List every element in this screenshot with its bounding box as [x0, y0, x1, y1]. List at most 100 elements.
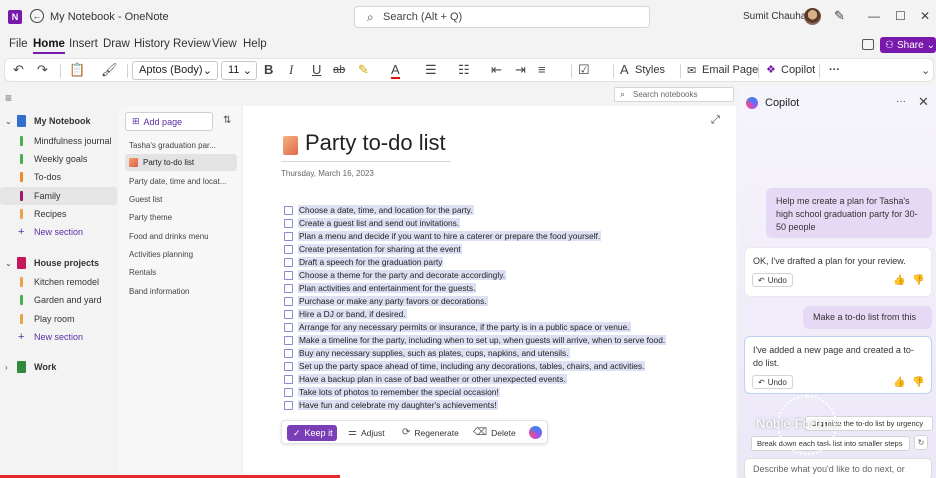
todo-item[interactable]: Choose a theme for the party and decorat… — [284, 269, 507, 281]
page-item[interactable]: Party theme — [125, 209, 237, 226]
todo-item[interactable]: Have fun and celebrate my daughter's ach… — [284, 399, 498, 411]
page-canvas[interactable]: ⤢ Party to-do list Thursday, March 16, 2… — [243, 106, 736, 478]
page-item[interactable]: Rentals — [125, 264, 237, 281]
maximize-button[interactable]: ☐ — [895, 9, 906, 23]
styles-button[interactable]: Styles — [635, 64, 665, 76]
thumbs-up-icon[interactable]: 👍 — [893, 377, 905, 388]
checkbox[interactable] — [284, 400, 293, 410]
chevron-down-icon[interactable]: ⌄ — [921, 64, 930, 77]
checkbox[interactable] — [284, 361, 293, 371]
menu-help[interactable]: Help — [243, 38, 267, 50]
checkbox[interactable] — [284, 296, 293, 306]
add-page-button[interactable]: ⊞ Add page — [125, 112, 213, 131]
user-name[interactable]: Sumit Chauhan — [743, 11, 812, 22]
checkbox[interactable] — [284, 387, 293, 397]
bullets-icon[interactable]: ☰ — [425, 62, 437, 78]
avatar[interactable] — [804, 8, 821, 25]
share-button[interactable]: ⚇ Share ⌄ — [880, 37, 936, 53]
checkbox[interactable] — [284, 244, 293, 254]
menu-history[interactable]: History — [134, 38, 170, 50]
search-notebooks-input[interactable]: ⌕ Search notebooks — [614, 87, 734, 102]
email-icon[interactable]: ✉ — [687, 64, 696, 77]
checkbox-tag-icon[interactable]: ☑ — [578, 62, 590, 78]
page-item[interactable]: Activities planning — [125, 246, 237, 263]
todo-item[interactable]: Buy any necessary supplies, such as plat… — [284, 347, 570, 359]
page-item[interactable]: Guest list — [125, 191, 237, 208]
menu-view[interactable]: View — [212, 38, 237, 50]
font-color-icon[interactable]: A — [391, 62, 400, 79]
todo-item[interactable]: Purchase or make any party favors or dec… — [284, 295, 488, 307]
undo-button[interactable]: ↶ Undo — [752, 375, 793, 389]
todo-item[interactable]: Arrange for any necessary permits or ins… — [284, 321, 631, 333]
checkbox[interactable] — [284, 348, 293, 358]
checkbox[interactable] — [284, 257, 293, 267]
adjust-button[interactable]: ⚌ Adjust — [348, 427, 385, 438]
align-icon[interactable]: ≡ — [538, 62, 546, 77]
undo-button[interactable]: ↶ Undo — [752, 273, 793, 287]
strikethrough-button[interactable]: ab — [333, 64, 345, 76]
pen-icon[interactable]: ✎ — [834, 8, 845, 24]
format-painter-icon[interactable]: 🖌 — [101, 62, 118, 78]
copilot-ribbon-button[interactable]: Copilot — [781, 64, 815, 76]
styles-icon[interactable]: A — [620, 62, 629, 77]
outdent-icon[interactable]: ⇤ — [491, 62, 502, 78]
section-garden-and-yard[interactable]: Garden and yard — [0, 291, 117, 309]
thumbs-down-icon[interactable]: 👎 — [912, 377, 924, 388]
close-window-button[interactable]: ✕ — [920, 9, 930, 23]
todo-item[interactable]: Plan activities and entertainment for th… — [284, 282, 477, 294]
section-play-room[interactable]: Play room — [0, 310, 117, 328]
todo-item[interactable]: Draft a speech for the graduation party — [284, 256, 444, 268]
undo-icon[interactable]: ↶ — [13, 62, 24, 78]
section-to-dos[interactable]: To-dos — [0, 168, 117, 186]
todo-item[interactable]: Choose a date, time, and location for th… — [284, 204, 474, 216]
more-options-button[interactable]: ··· — [829, 64, 840, 76]
close-icon[interactable]: ✕ — [918, 94, 929, 110]
copilot-icon[interactable]: ❖ — [766, 63, 776, 76]
more-options-icon[interactable]: ··· — [896, 96, 906, 107]
checkbox[interactable] — [284, 283, 293, 293]
email-page-button[interactable]: Email Page — [702, 64, 758, 76]
notebook-work[interactable]: › Work — [0, 358, 117, 376]
font-family-select[interactable]: Aptos (Body) ⌄ — [132, 61, 218, 80]
underline-button[interactable]: U — [312, 62, 321, 77]
font-size-select[interactable]: 11 ⌄ — [221, 61, 257, 80]
hamburger-icon[interactable]: ≡ — [5, 91, 12, 105]
section-family[interactable]: Family — [0, 187, 117, 205]
page-item[interactable]: Tasha's graduation par... — [125, 137, 237, 154]
notebook-my-notebook[interactable]: ⌄ My Notebook — [0, 112, 117, 130]
highlight-icon[interactable]: ✎ — [358, 62, 369, 78]
page-item-selected[interactable]: Party to-do list — [125, 154, 237, 171]
new-section-button[interactable]: + New section — [0, 328, 117, 346]
todo-item[interactable]: Hire a DJ or band, if desired. — [284, 308, 407, 320]
redo-icon[interactable]: ↷ — [37, 62, 48, 78]
delete-button[interactable]: ⌫ Delete — [473, 427, 516, 438]
page-item[interactable]: Food and drinks menu — [125, 228, 237, 245]
copilot-icon[interactable] — [529, 426, 542, 439]
thumbs-up-icon[interactable]: 👍 — [893, 275, 905, 286]
todo-item[interactable]: Set up the party space ahead of time, in… — [284, 360, 646, 372]
checkbox[interactable] — [284, 309, 293, 319]
checkbox[interactable] — [284, 374, 293, 384]
italic-button[interactable]: I — [289, 62, 293, 78]
expand-icon[interactable]: ⤢ — [711, 114, 720, 127]
page-item[interactable]: Band information — [125, 283, 237, 300]
section-mindfulness-journal[interactable]: Mindfulness journal — [0, 132, 117, 150]
page-item[interactable]: Party date, time and locat... — [125, 173, 237, 190]
checkbox[interactable] — [284, 205, 293, 215]
new-section-button[interactable]: + New section — [0, 223, 117, 241]
copilot-prompt-input[interactable]: Describe what you'd like to do next, or — [744, 458, 932, 478]
refresh-suggestions-icon[interactable]: ↻ — [914, 435, 928, 450]
immersive-reader-icon[interactable] — [862, 39, 874, 50]
checkbox[interactable] — [284, 231, 293, 241]
indent-icon[interactable]: ⇥ — [515, 62, 526, 78]
checkbox[interactable] — [284, 335, 293, 345]
menu-file[interactable]: File — [9, 38, 28, 50]
menu-insert[interactable]: Insert — [69, 38, 98, 50]
sort-icon[interactable]: ⇅ — [223, 115, 231, 126]
todo-item[interactable]: Plan a menu and decide if you want to hi… — [284, 230, 602, 242]
paste-icon[interactable]: 📋 — [69, 62, 85, 78]
checkbox[interactable] — [284, 218, 293, 228]
minimize-button[interactable]: — — [868, 9, 880, 23]
keep-it-button[interactable]: ✓ Keep it — [287, 425, 337, 441]
notebook-house-projects[interactable]: ⌄ House projects — [0, 254, 117, 272]
